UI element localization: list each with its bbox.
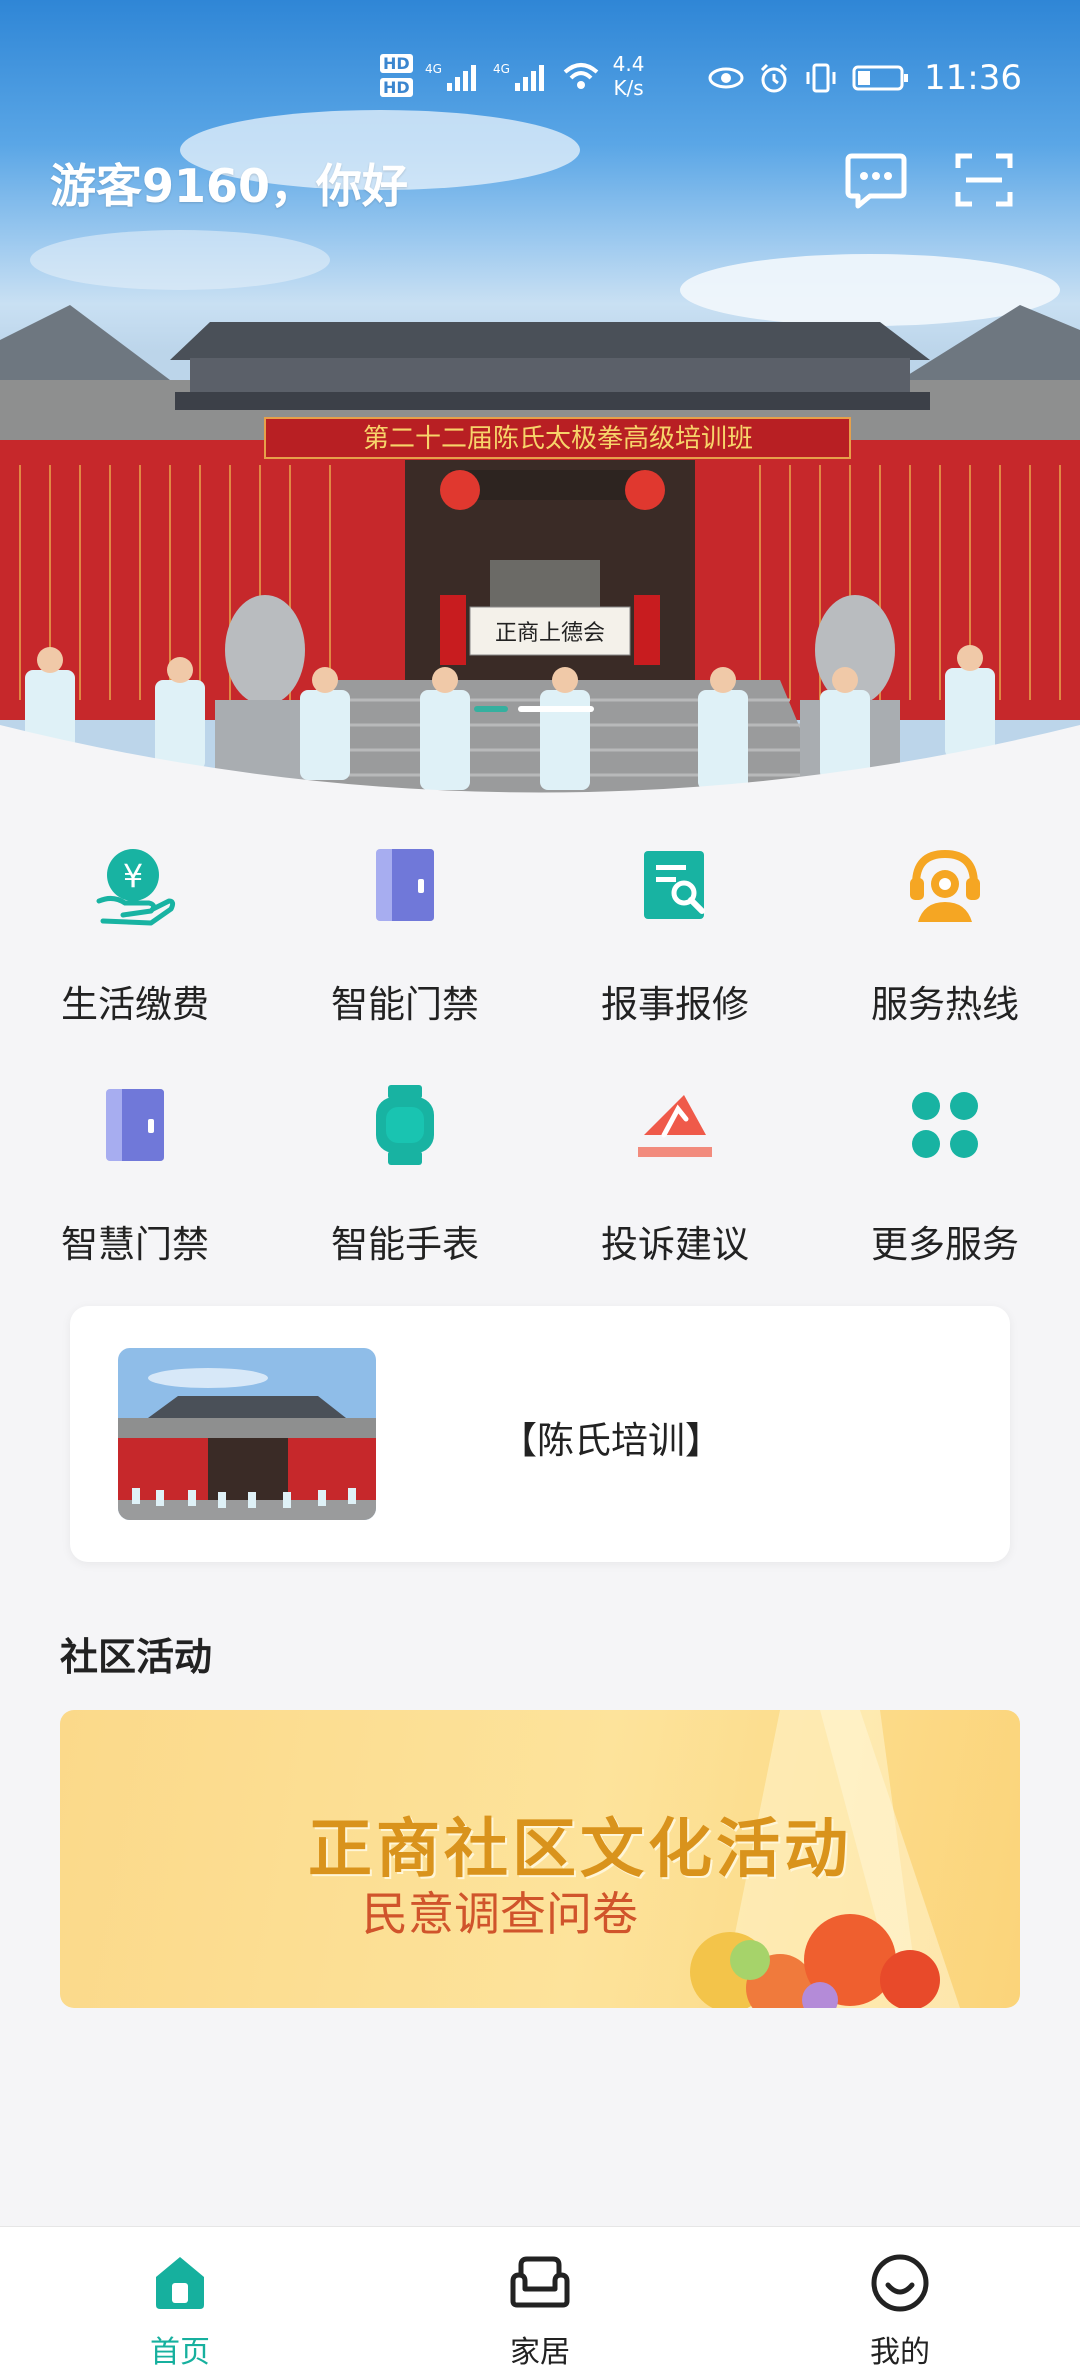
watch-icon: [357, 1078, 453, 1172]
message-icon[interactable]: [844, 148, 908, 212]
community-section-title: 社区活动: [60, 1635, 213, 1679]
nav-home-furnishing[interactable]: 家居: [360, 2227, 720, 2376]
smile-icon: [868, 2251, 932, 2315]
svg-text:¥: ¥: [123, 857, 143, 895]
service-complaint[interactable]: 投诉建议: [540, 1078, 810, 1268]
eye-icon: [708, 67, 744, 89]
alarm-icon: [760, 63, 788, 93]
complaint-icon: [627, 1078, 723, 1172]
hd-badge: HD: [380, 78, 413, 98]
door-icon: [357, 838, 453, 932]
news-card[interactable]: 【陈氏培训】: [70, 1306, 1010, 1562]
vibrate-icon: [806, 63, 836, 93]
door-icon: [87, 1078, 183, 1172]
greeting-text: 游客9160，你好: [50, 159, 409, 213]
nav-label: 家居: [510, 2335, 570, 2370]
carousel-indicator[interactable]: [474, 706, 594, 712]
payment-icon: ¥: [87, 838, 183, 932]
service-label: 更多服务: [871, 1223, 1019, 1266]
status-bar: HD HD 4G 4G 4.4 K/s 11:36: [0, 0, 1080, 160]
news-thumbnail: [118, 1348, 376, 1520]
activity-banner-title: 正商社区文化活动: [308, 1812, 852, 1887]
service-label: 投诉建议: [601, 1223, 749, 1266]
service-smart-access[interactable]: 智能门禁: [270, 838, 540, 1028]
nav-mine[interactable]: 我的: [720, 2227, 1080, 2376]
signal-4g-icon: 4G: [493, 62, 544, 91]
news-title: 【陈氏培训】: [500, 1419, 722, 1462]
service-label: 服务热线: [871, 983, 1019, 1026]
nav-label: 我的: [870, 2335, 930, 2370]
hd-badge: HD: [380, 54, 413, 74]
repair-icon: [627, 838, 723, 932]
more-icon: [897, 1078, 993, 1172]
home-screen: 第二十二届陈氏太极拳高级培训班 正商上德会 HD HD 4G 4G 4.4 K/…: [0, 0, 1080, 2376]
svg-text:4G: 4G: [493, 62, 510, 76]
carousel-dot[interactable]: [474, 706, 508, 712]
clock: 11:36: [924, 58, 1022, 98]
service-hotline[interactable]: 服务热线: [810, 838, 1080, 1028]
signal-4g-icon: 4G: [425, 62, 476, 91]
sofa-icon: [508, 2251, 572, 2315]
status-bar-network: HD HD 4G 4G 4.4 K/s: [380, 52, 644, 100]
svg-text:4G: 4G: [425, 62, 442, 76]
service-smart-watch[interactable]: 智能手表: [270, 1078, 540, 1268]
service-repair[interactable]: 报事报修: [540, 838, 810, 1028]
service-life-payment[interactable]: ¥ 生活缴费: [0, 838, 270, 1028]
network-speed: 4.4 K/s: [612, 52, 645, 100]
nav-label: 首页: [150, 2335, 210, 2370]
scan-icon[interactable]: [952, 148, 1016, 212]
service-label: 智慧门禁: [61, 1223, 209, 1266]
battery-icon: [852, 65, 909, 91]
activity-banner-subtitle: 民意调查问卷: [362, 1887, 638, 1941]
community-activity-banner[interactable]: 正商社区文化活动 民意调查问卷: [60, 1710, 1020, 2008]
carousel-dot-active[interactable]: [518, 706, 594, 712]
hotline-icon: [897, 838, 993, 932]
wifi-icon: [563, 63, 598, 89]
service-label: 生活缴费: [61, 983, 209, 1026]
service-label: 智能门禁: [331, 983, 479, 1026]
nav-home[interactable]: 首页: [0, 2227, 360, 2376]
service-wisdom-access[interactable]: 智慧门禁: [0, 1078, 270, 1268]
home-icon: [148, 2251, 212, 2315]
bottom-navigation: 首页 家居 我的: [0, 2226, 1080, 2376]
status-bar-system: 11:36: [708, 58, 1022, 98]
service-label: 智能手表: [331, 1223, 479, 1266]
service-more[interactable]: 更多服务: [810, 1078, 1080, 1268]
service-grid: ¥ 生活缴费 智能门禁 报事报修 服务热线 智慧门禁 智能手表 投诉建议 更多服…: [0, 838, 1080, 1268]
service-label: 报事报修: [601, 983, 749, 1026]
